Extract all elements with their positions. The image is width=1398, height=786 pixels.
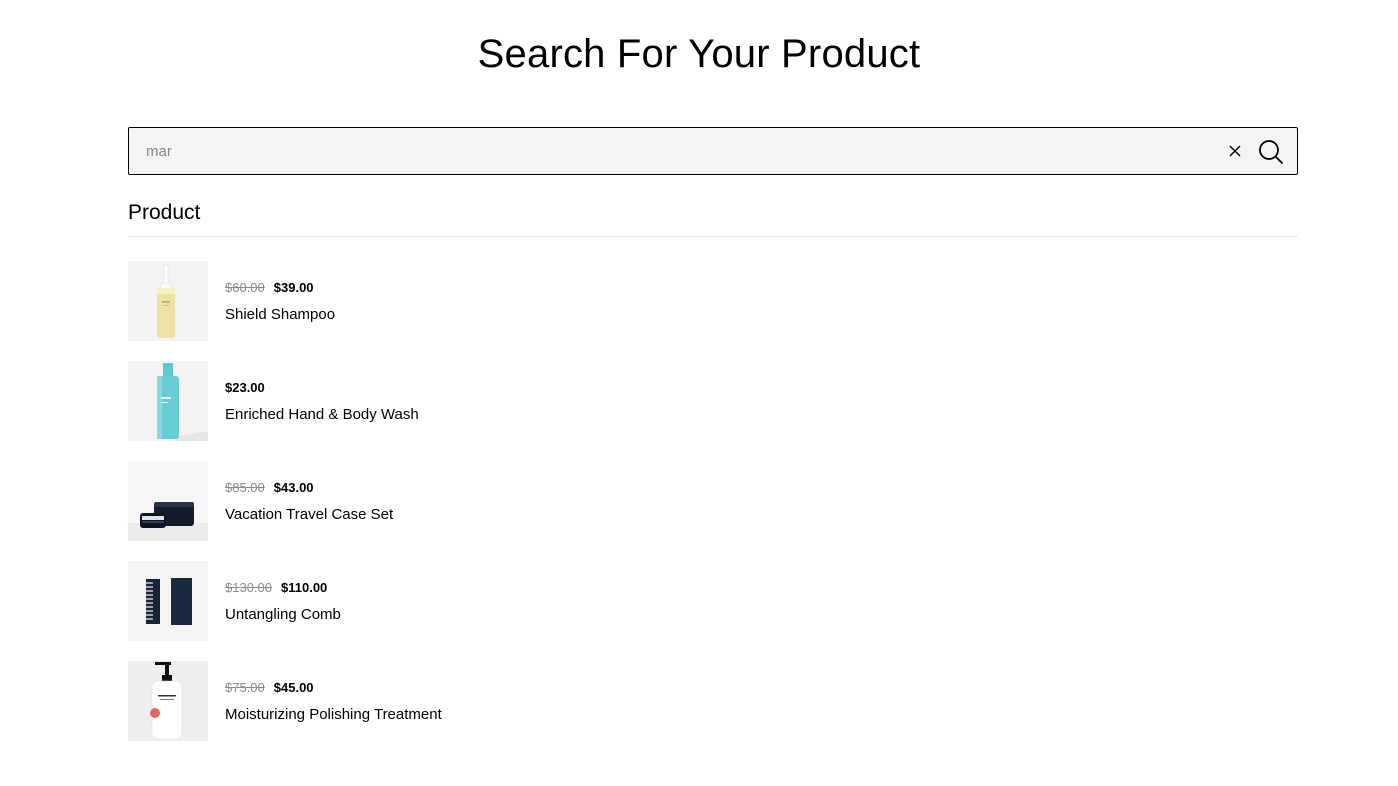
product-item[interactable]: $85.00 $43.00 Vacation Travel Case Set — [128, 461, 1298, 541]
product-name[interactable]: Moisturizing Polishing Treatment — [225, 706, 442, 724]
product-old-price: $130.00 — [225, 580, 272, 595]
product-price: $110.00 — [281, 580, 328, 595]
product-price: $45.00 — [273, 680, 314, 695]
product-results: $60.00 $39.00 Shield Shampoo $23.00 Enri… — [128, 261, 1298, 761]
product-name[interactable]: Untangling Comb — [225, 606, 341, 624]
product-image-body-wash-bottle[interactable] — [128, 361, 208, 441]
search-box — [128, 127, 1298, 175]
product-prices: $130.00 $110.00 — [225, 579, 341, 597]
product-price: $43.00 — [273, 480, 314, 495]
product-name[interactable]: Enriched Hand & Body Wash — [225, 406, 419, 424]
product-item[interactable]: $60.00 $39.00 Shield Shampoo — [128, 261, 1298, 341]
section-header: Product — [128, 200, 1298, 237]
product-info: $23.00 Enriched Hand & Body Wash — [225, 379, 419, 424]
product-image-shampoo-bottle[interactable] — [128, 261, 208, 341]
product-info: $130.00 $110.00 Untangling Comb — [225, 579, 341, 624]
product-prices: $60.00 $39.00 — [225, 279, 335, 297]
product-price: $23.00 — [225, 380, 265, 395]
product-name[interactable]: Shield Shampoo — [225, 306, 335, 324]
product-item[interactable]: $75.00 $45.00 Moisturizing Polishing Trea… — [128, 661, 1298, 741]
page-title: Search For Your Product — [477, 32, 921, 76]
product-info: $85.00 $43.00 Vacation Travel Case Set — [225, 479, 393, 524]
product-image-travel-case[interactable] — [128, 461, 208, 541]
product-old-price: $60.00 — [225, 280, 265, 295]
product-info: $75.00 $45.00 Moisturizing Polishing Trea… — [225, 679, 442, 724]
product-prices: $85.00 $43.00 — [225, 479, 393, 497]
search-icon[interactable] — [1257, 138, 1285, 166]
product-price: $39.00 — [273, 280, 314, 295]
search-input[interactable] — [129, 128, 1226, 174]
section-title: Product — [128, 201, 201, 224]
product-item[interactable]: $23.00 Enriched Hand & Body Wash — [128, 361, 1298, 441]
product-prices: $75.00 $45.00 — [225, 679, 442, 697]
product-old-price: $75.00 — [225, 680, 265, 695]
search-page: Search For Your Product Product — [0, 0, 1398, 786]
product-item[interactable]: $130.00 $110.00 Untangling Comb — [128, 561, 1298, 641]
close-icon[interactable] — [1227, 143, 1243, 159]
product-name[interactable]: Vacation Travel Case Set — [225, 506, 393, 524]
product-image-pump-bottle[interactable] — [128, 661, 208, 741]
product-info: $60.00 $39.00 Shield Shampoo — [225, 279, 335, 324]
product-image-comb[interactable] — [128, 561, 208, 641]
product-prices: $23.00 — [225, 379, 419, 397]
product-old-price: $85.00 — [225, 480, 265, 495]
